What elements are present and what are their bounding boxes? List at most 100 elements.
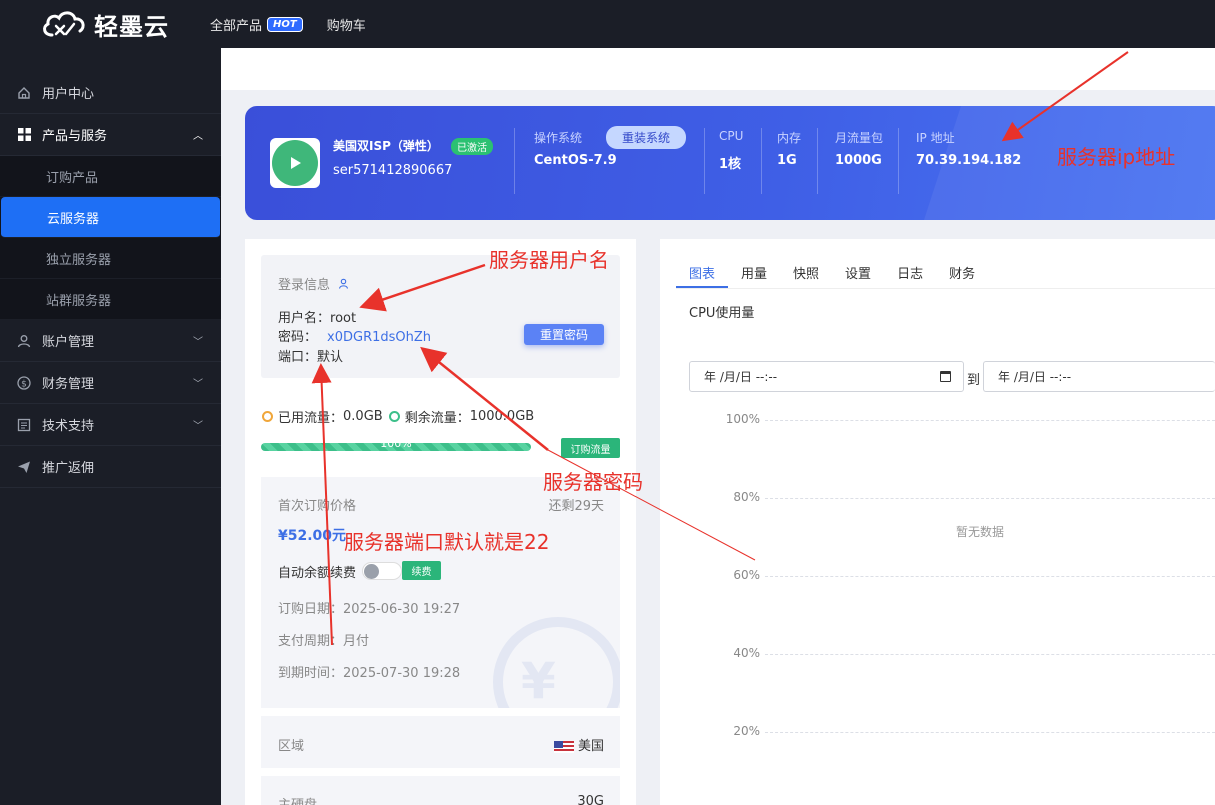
cpu-value: 1核 [719, 157, 742, 172]
username-value[interactable]: root [330, 311, 356, 326]
memory-label: 内存 [777, 131, 802, 145]
grid-icon [17, 128, 31, 142]
y-tick-label: 40% [733, 646, 760, 660]
remaining-traffic-value: 1000.0GB [469, 409, 535, 424]
cycle-value: 月付 [343, 634, 370, 649]
sidebar-sub-dedicated-server[interactable]: 独立服务器 [0, 238, 221, 279]
traffic-progress-bar: 100% [261, 437, 531, 451]
remaining-traffic-label: 剩余流量： [404, 411, 470, 426]
logo[interactable]: 轻墨云 [40, 7, 200, 42]
calendar-icon[interactable] [940, 371, 951, 382]
disk-value: 30G [577, 794, 604, 805]
os-label: 操作系统 [534, 131, 583, 145]
cycle-label: 支付周期： [278, 634, 344, 649]
remaining-dot-icon [388, 411, 400, 422]
billing-box: ¥ 首次订购价格 还剩29天 ¥52.00元 自动余额续费 续费 订购日期：20… [261, 477, 620, 708]
y-tick-label: 80% [733, 490, 760, 504]
first-price-label: 首次订购价格 [278, 499, 357, 514]
used-traffic-value: 0.0GB [343, 409, 383, 424]
ip-value[interactable]: 70.39.194.182 [916, 153, 1021, 168]
port-label: 端口： [278, 350, 318, 365]
server-id: ser571412890667 [333, 163, 453, 178]
server-info-panel: 登录信息 用户名：root 密码： x0DGR1dsOhZh 端口：默认 重置密码… [245, 239, 636, 805]
nav-all-products[interactable]: 全部产品 HOT [210, 15, 303, 34]
expire-label: 到期时间： [278, 666, 344, 681]
sidebar-item-affiliate[interactable]: 推广返佣 [0, 446, 221, 488]
detail-tabs: 图表 用量 快照 设置 日志 财务 [676, 259, 1215, 289]
tab-finance[interactable]: 财务 [936, 259, 988, 288]
sidebar-item-label: 账户管理 [42, 335, 95, 350]
gridline [765, 576, 1215, 577]
region-row: 区域 美国 [261, 716, 620, 768]
y-tick-label: 20% [733, 724, 760, 738]
tab-chart[interactable]: 图表 [676, 259, 729, 288]
traffic-usage: 已用流量： 0.0GB 剩余流量： 1000.0GB [262, 407, 534, 426]
sidebar-item-label: 财务管理 [42, 377, 95, 392]
home-icon [17, 86, 31, 100]
sidebar-item-account[interactable]: 账户管理 ﹀ [0, 320, 221, 362]
top-bar: 轻墨云 全部产品 HOT 购物车 [0, 0, 1215, 48]
order-date-label: 订购日期： [278, 602, 344, 617]
progress-label: 100% [380, 437, 412, 450]
sidebar-sub-order-product[interactable]: 订购产品 [0, 156, 221, 197]
tab-settings[interactable]: 设置 [832, 259, 884, 288]
renew-button[interactable]: 续费 [402, 561, 441, 580]
end-date-placeholder: 年 /月/日 --:-- [998, 370, 1072, 384]
traffic-package-label: 月流量包 [835, 131, 884, 145]
tab-log[interactable]: 日志 [884, 259, 936, 288]
user-icon [338, 278, 349, 293]
sidebar-item-finance[interactable]: $ 财务管理 ﹀ [0, 362, 221, 404]
user-icon [17, 334, 31, 348]
sidebar-item-label: 推广返佣 [42, 461, 95, 476]
tab-usage[interactable]: 用量 [728, 259, 780, 288]
disk-row: 主硬盘 30G [261, 776, 620, 805]
chevron-up-icon: ︿ [193, 131, 203, 142]
start-date-placeholder: 年 /月/日 --:-- [704, 370, 778, 384]
port-row: 端口：默认 [278, 346, 343, 365]
sidebar-item-support[interactable]: 技术支持 ﹀ [0, 404, 221, 446]
buy-traffic-button[interactable]: 订购流量 [561, 438, 620, 458]
hot-badge: HOT [267, 16, 303, 32]
top-content-strip [221, 48, 1215, 90]
used-traffic-label: 已用流量： [278, 411, 344, 426]
document-icon [17, 418, 31, 432]
password-row: 密码： x0DGR1dsOhZh [278, 326, 431, 345]
status-badge: 已激活 [451, 138, 493, 155]
dollar-icon: $ [17, 375, 31, 390]
yen-decoration-icon: ¥ [521, 652, 556, 708]
traffic-package-value: 1000G [835, 153, 882, 168]
expire-row: 到期时间：2025-07-30 19:28 [278, 662, 460, 681]
sidebar-sub-cluster-server[interactable]: 站群服务器 [0, 279, 221, 320]
logo-text: 轻墨云 [94, 12, 169, 41]
y-tick-label: 60% [733, 568, 760, 582]
sidebar-item-products[interactable]: 产品与服务 ︿ [0, 114, 221, 156]
divider [761, 128, 762, 194]
sidebar-item-user-center[interactable]: 用户中心 [0, 72, 221, 114]
reset-password-button[interactable]: 重置密码 [524, 324, 604, 345]
tab-snapshot[interactable]: 快照 [780, 259, 832, 288]
toggle-knob [364, 564, 379, 579]
nav-all-products-label: 全部产品 [210, 18, 263, 34]
sidebar-item-label: 技术支持 [42, 419, 95, 434]
gridline [765, 498, 1215, 499]
nav-cart[interactable]: 购物车 [327, 15, 366, 34]
divider [704, 128, 705, 194]
sidebar-item-label: 用户中心 [42, 87, 95, 102]
chevron-down-icon: ﹀ [193, 421, 203, 432]
password-label: 密码： [278, 330, 318, 345]
annotation-port: 服务器端口默认就是22 [344, 530, 550, 554]
auto-renew-toggle[interactable] [362, 562, 402, 580]
login-info-box: 登录信息 用户名：root 密码： x0DGR1dsOhZh 端口：默认 重置密码 [261, 255, 620, 378]
password-value[interactable]: x0DGR1dsOhZh [327, 330, 431, 345]
order-date-row: 订购日期：2025-06-30 19:27 [278, 598, 460, 617]
region-value-wrap: 美国 [553, 735, 604, 754]
login-info-header: 登录信息 [278, 274, 349, 293]
gridline [765, 420, 1215, 421]
days-left: 还剩29天 [548, 499, 604, 514]
date-range-to-label: 到 [967, 373, 981, 388]
sidebar-sub-cloud-server[interactable]: 云服务器 [1, 197, 220, 238]
end-date-input[interactable]: 年 /月/日 --:-- [983, 361, 1215, 392]
start-date-input[interactable]: 年 /月/日 --:-- [689, 361, 964, 392]
reinstall-os-button[interactable]: 重装系统 [606, 126, 687, 149]
sidebar-item-label: 产品与服务 [42, 129, 108, 144]
